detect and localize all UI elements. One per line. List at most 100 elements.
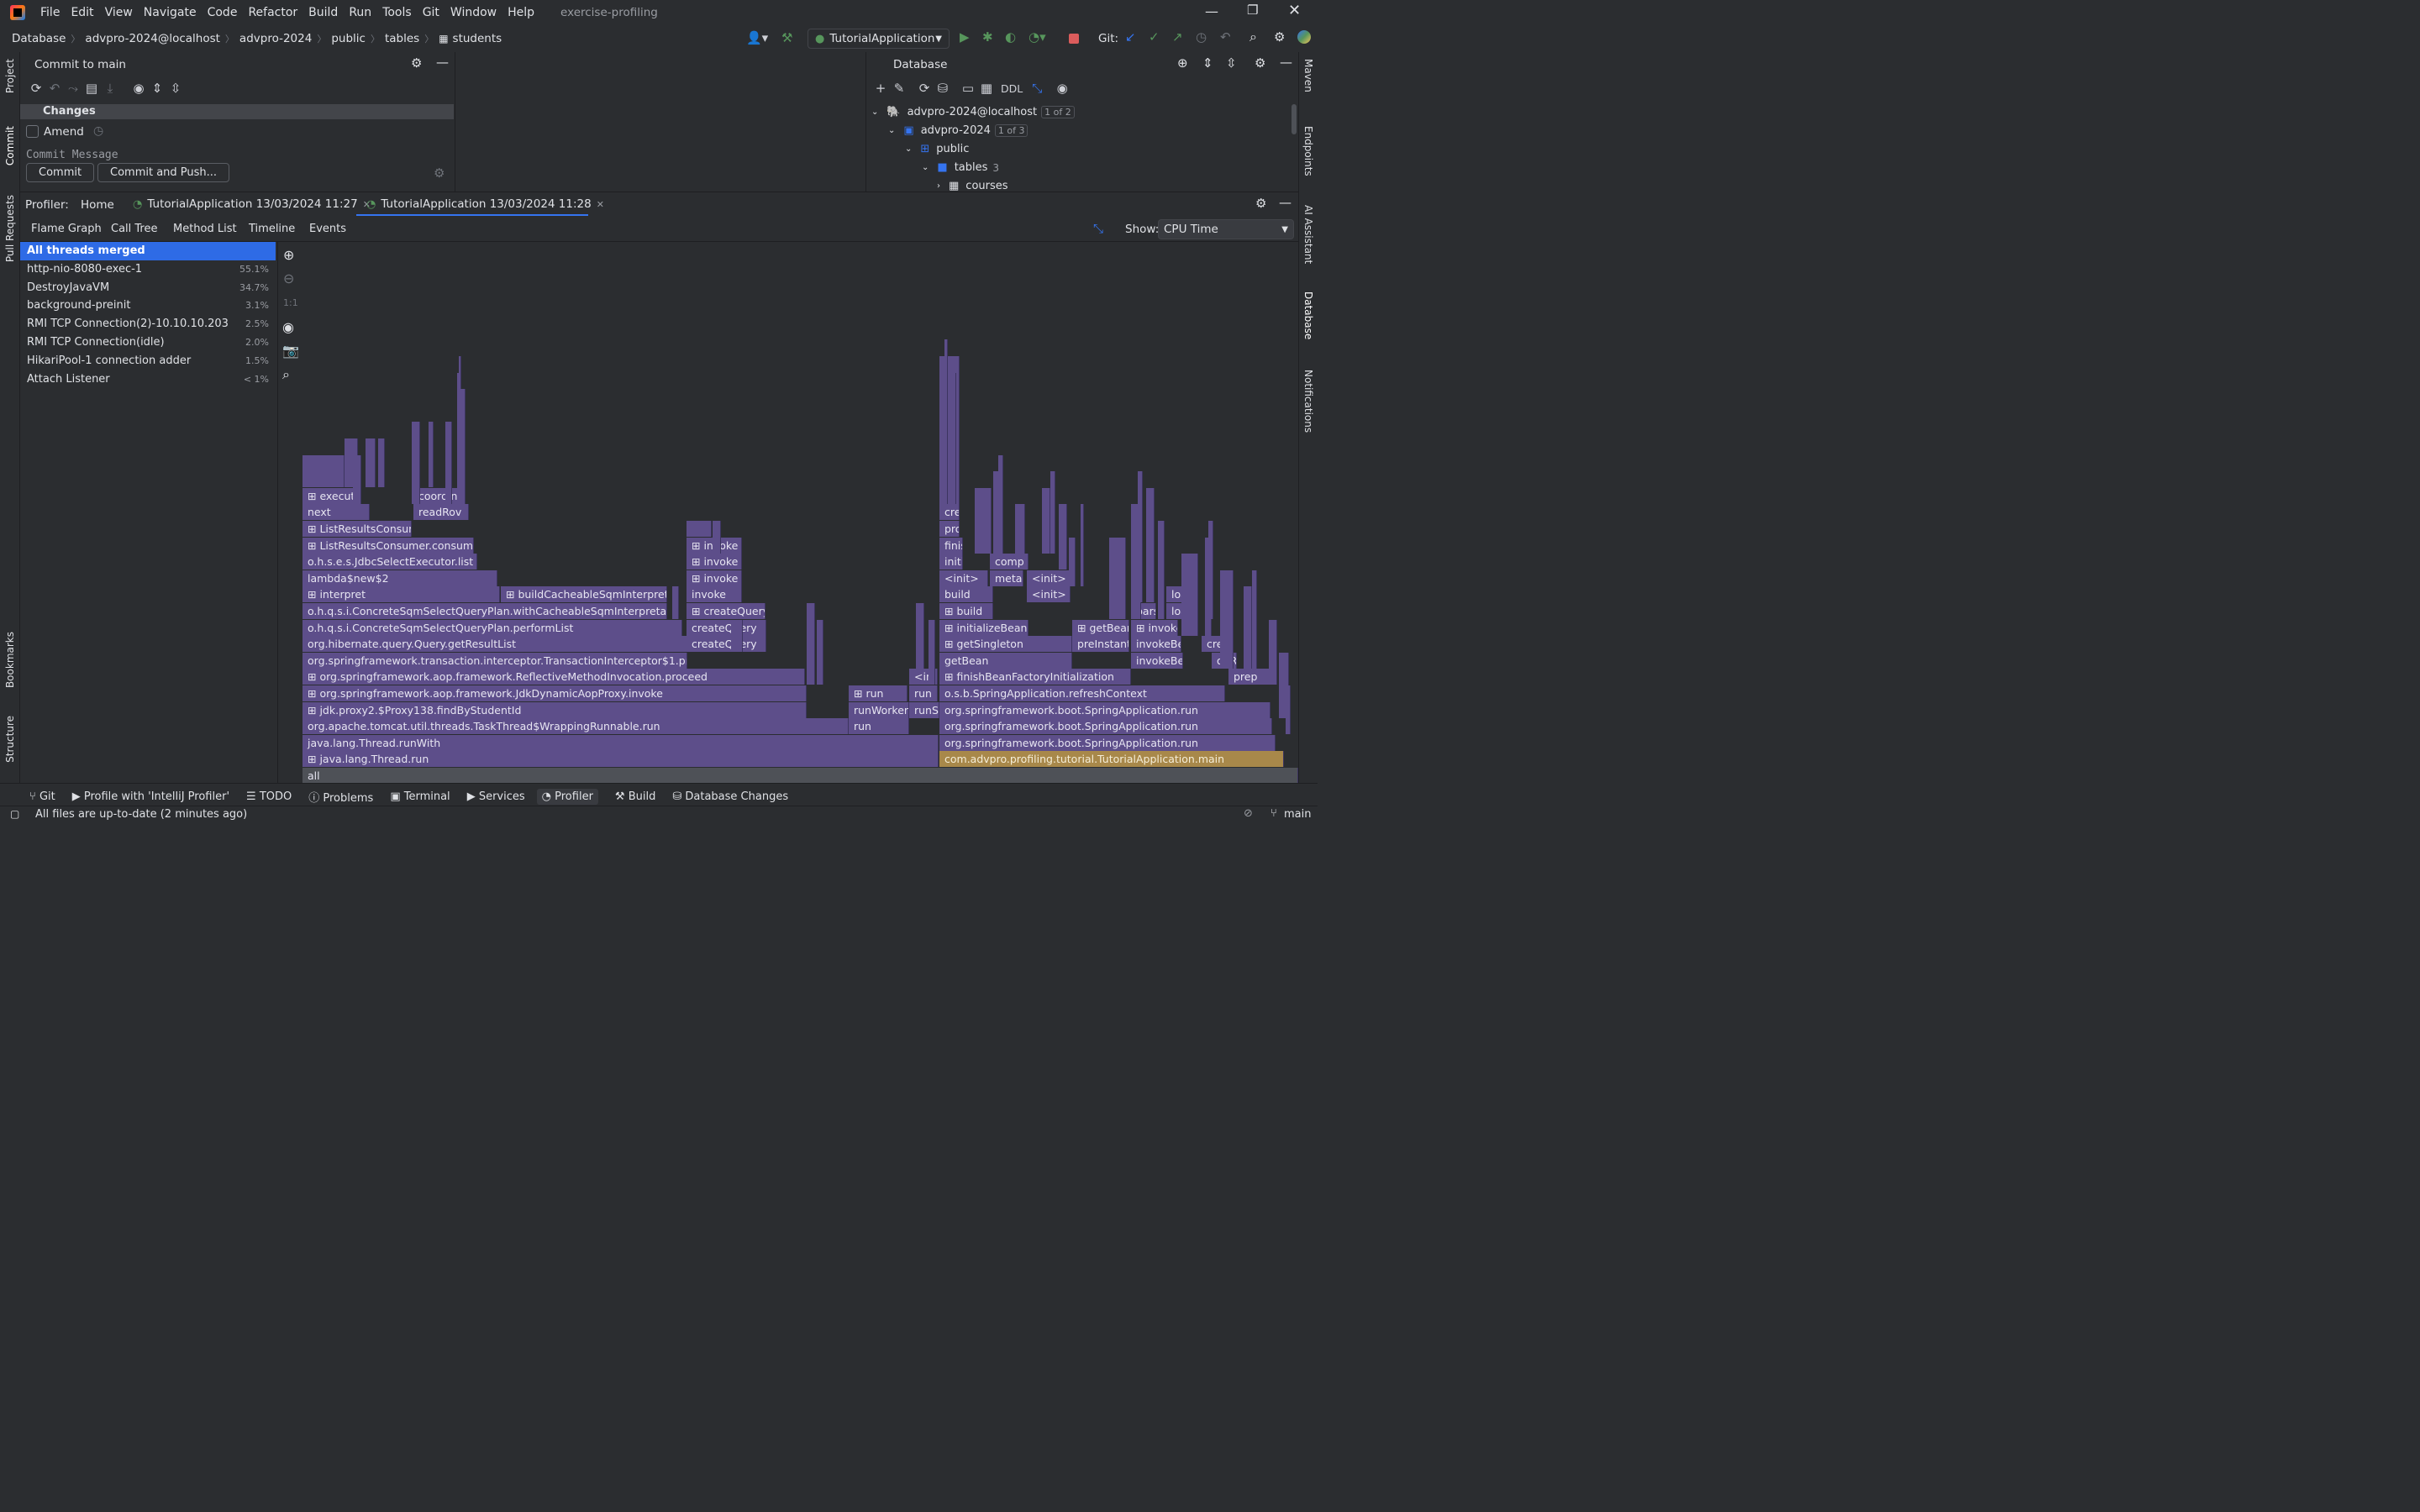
- tool-profile-with[interactable]: ▶ Profile with 'IntelliJ Profiler': [72, 790, 229, 803]
- flame-frame[interactable]: ⊞ initializeBean: [939, 619, 1028, 636]
- flame-frame[interactable]: run: [909, 685, 938, 701]
- expand-frame-icon[interactable]: ⊞: [308, 670, 319, 683]
- expand-frame-icon[interactable]: ⊞: [944, 638, 956, 650]
- expand-icon[interactable]: ⇕: [1202, 55, 1213, 71]
- thread-item[interactable]: Attach Listener < 1%: [20, 370, 276, 389]
- flame-frame[interactable]: [1181, 554, 1198, 636]
- amend-label[interactable]: Amend: [44, 125, 84, 139]
- add-icon[interactable]: +: [871, 81, 890, 96]
- endpoints-tool-button[interactable]: Endpoints: [1302, 126, 1314, 176]
- thread-item[interactable]: DestroyJavaVM 34.7%: [20, 279, 276, 297]
- flame-frame[interactable]: ⊞ java.lang.Thread.run: [302, 751, 939, 768]
- flame-frame[interactable]: ⊞ invoke: [687, 554, 742, 570]
- flame-frame[interactable]: o.h.s.e.s.JdbcSelectExecutor.list: [302, 554, 477, 570]
- no-power-save-icon[interactable]: ⊘: [1244, 807, 1253, 820]
- expand-frame-icon[interactable]: ⊞: [308, 687, 319, 700]
- home-tab[interactable]: Home: [81, 198, 114, 212]
- flame-frame[interactable]: [672, 586, 679, 619]
- rollback-icon[interactable]: ↶: [45, 81, 64, 96]
- flame-frame[interactable]: next: [302, 504, 370, 521]
- zoom-reset-button[interactable]: 1:1: [283, 297, 298, 308]
- profile-tab-1[interactable]: ◔ TutorialApplication 13/03/2024 11:27 ✕: [133, 197, 371, 211]
- tool-profiler[interactable]: ◔ Profiler: [536, 789, 598, 805]
- expand-frame-icon[interactable]: ⊞: [944, 605, 956, 617]
- flame-frame[interactable]: createQuery: [687, 619, 765, 636]
- flame-frame[interactable]: <init>: [1027, 586, 1071, 603]
- flame-frame[interactable]: ⊞ ListResultsConsumer.consume: [302, 537, 474, 554]
- stop-icon[interactable]: [1069, 34, 1079, 44]
- crumb-students[interactable]: students: [453, 32, 502, 45]
- tree-schema[interactable]: ⌄ ⊞ public: [905, 143, 969, 155]
- git-push-icon[interactable]: ↗: [1172, 29, 1183, 45]
- flame-frame[interactable]: org.springframework.boot.SpringApplicati…: [939, 734, 1276, 751]
- debug-icon[interactable]: ✱: [982, 29, 993, 45]
- crumb-db[interactable]: advpro-2024: [239, 32, 312, 45]
- flame-root[interactable]: all: [302, 768, 1298, 784]
- menu-view[interactable]: View: [105, 6, 133, 19]
- maven-tool-button[interactable]: Maven: [1302, 59, 1314, 92]
- expand-frame-icon[interactable]: ⊞: [308, 539, 319, 552]
- refresh-icon[interactable]: ⟳: [915, 81, 934, 96]
- zoom-out-icon[interactable]: ⊖: [283, 270, 294, 286]
- expand-frame-icon[interactable]: ⊞: [692, 539, 703, 552]
- flame-frame[interactable]: org.springframework.boot.SpringApplicati…: [939, 718, 1272, 735]
- flame-frame[interactable]: runWorker: [849, 701, 909, 718]
- scrollbar[interactable]: [1292, 104, 1297, 134]
- flame-frame[interactable]: [353, 454, 361, 504]
- flame-frame[interactable]: [1138, 471, 1143, 603]
- move-icon[interactable]: ⤳: [64, 81, 82, 96]
- flame-frame[interactable]: pro: [939, 521, 960, 537]
- close-window-icon[interactable]: ✕: [1288, 2, 1301, 19]
- flame-frame[interactable]: [429, 422, 434, 488]
- thread-item[interactable]: RMI TCP Connection(idle) 2.0%: [20, 333, 276, 352]
- thread-item[interactable]: background-preinit 3.1%: [20, 297, 276, 315]
- show-select[interactable]: CPU Time ▼: [1158, 219, 1294, 239]
- git-commit-icon[interactable]: ✓: [1149, 29, 1160, 45]
- flame-frame[interactable]: ⊞ jdk.proxy2.$Proxy138.findByStudentId: [302, 701, 807, 718]
- coverage-icon[interactable]: ◐: [1005, 29, 1016, 45]
- flame-frame[interactable]: ⊞ ListResultsConsumer.consume: [302, 521, 412, 537]
- user-icon[interactable]: 👤▾: [746, 30, 768, 45]
- flame-frame[interactable]: [366, 438, 376, 488]
- flame-frame[interactable]: [1109, 537, 1126, 619]
- hammer-icon[interactable]: ⚒: [781, 30, 792, 45]
- flame-frame[interactable]: ⊞ run: [849, 685, 908, 701]
- menu-build[interactable]: Build: [308, 6, 338, 19]
- menu-edit[interactable]: Edit: [71, 6, 93, 19]
- flame-frame[interactable]: readRov: [413, 504, 469, 521]
- jump-icon[interactable]: ⤡: [1028, 81, 1046, 96]
- profile-icon[interactable]: ◔▾: [1028, 29, 1046, 45]
- flame-frame[interactable]: [445, 422, 452, 504]
- flame-frame[interactable]: ⊞ interpret: [302, 586, 500, 603]
- eye-icon[interactable]: ◉: [282, 319, 294, 335]
- flame-frame[interactable]: [929, 619, 935, 685]
- flame-frame[interactable]: [1244, 586, 1252, 669]
- flame-frame[interactable]: [1015, 504, 1025, 554]
- flame-frame[interactable]: prep: [1228, 669, 1272, 685]
- camera-icon[interactable]: 📷: [282, 343, 299, 359]
- amend-checkbox[interactable]: [26, 125, 39, 138]
- flame-frame[interactable]: o.h.q.s.i.ConcreteSqmSelectQueryPlan.per…: [302, 619, 682, 636]
- eye-icon[interactable]: ◉: [129, 81, 148, 96]
- menu-window[interactable]: Window: [450, 6, 497, 19]
- git-update-icon[interactable]: ↙: [1125, 29, 1136, 45]
- tool-git[interactable]: ⑂ Git: [29, 790, 55, 803]
- flame-frame[interactable]: [1269, 619, 1277, 685]
- flame-main[interactable]: com.advpro.profiling.tutorial.TutorialAp…: [939, 751, 1284, 768]
- flame-frame[interactable]: ⊞ createQuery: [687, 603, 765, 619]
- flame-frame[interactable]: [1081, 504, 1084, 586]
- merge-icon[interactable]: ⤡: [1093, 221, 1103, 236]
- flame-frame[interactable]: preInstanti: [1072, 636, 1129, 653]
- commit-message-input[interactable]: Commit Message: [26, 149, 118, 161]
- flame-frame[interactable]: [378, 438, 385, 488]
- flame-frame[interactable]: [916, 603, 924, 669]
- shelve-icon[interactable]: ⤓: [101, 81, 119, 96]
- pull-requests-tool-button[interactable]: Pull Requests: [4, 195, 16, 262]
- restore-icon[interactable]: ❐: [1247, 3, 1258, 18]
- flame-frame[interactable]: getBean: [939, 652, 1072, 669]
- gear-icon[interactable]: ⚙: [1255, 196, 1266, 211]
- crumb-schema[interactable]: public: [331, 32, 366, 45]
- expand-frame-icon[interactable]: ⊞: [854, 687, 865, 700]
- run-icon[interactable]: ▶: [960, 29, 970, 45]
- ai-icon[interactable]: [1297, 30, 1311, 44]
